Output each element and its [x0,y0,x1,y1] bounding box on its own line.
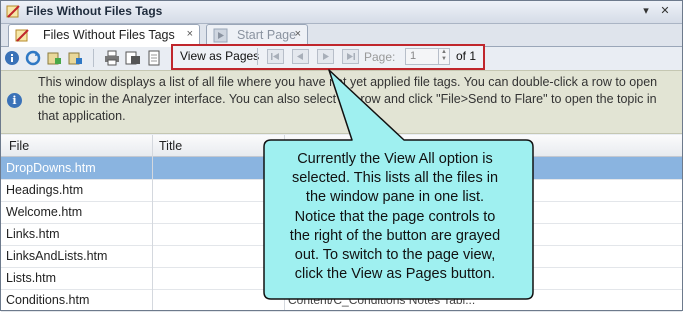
document-icon[interactable] [146,50,162,66]
start-page-icon [213,28,228,43]
refresh-icon[interactable] [25,50,41,66]
column-header-title[interactable]: Title [159,139,182,153]
tag-icon [6,5,20,18]
callout-line: the right of the button are grayed [289,227,501,244]
file-cell: Welcome.htm [6,205,83,219]
file-cell: Lists.htm [6,271,57,285]
column-divider[interactable] [152,135,153,310]
toolbar-divider [93,49,94,67]
column-header-file[interactable]: File [9,139,29,153]
callout-line: selected. This lists all the files in [291,170,499,187]
page-controls: View as Pages Page: 1 ▲ ▼ of 1 [171,44,485,70]
tag-edit-icon[interactable] [67,50,83,66]
page-label: Page: [364,50,396,64]
spin-buttons[interactable]: ▲ ▼ [438,49,449,64]
next-page-icon [323,53,329,60]
close-tab-icon[interactable]: × [187,28,193,40]
first-page-icon [271,53,279,60]
callout-line: Currently the View All option is [297,151,493,167]
dropdown-arrow-icon[interactable]: ▾ [638,3,654,19]
path-cell: Content/C_Conditions Notes Tabl... [288,293,476,307]
close-window-button[interactable]: ✕ [657,3,673,19]
tab-label: Start Page [237,28,297,42]
tag-icon [15,29,29,42]
table-row[interactable]: Conditions.htm Content/C_Conditions Notes… [1,289,682,312]
callout-line: Notice that the page controls to [294,208,496,225]
tag-add-icon[interactable] [46,50,62,66]
view-as-pages-button[interactable]: View as Pages [177,48,262,64]
last-page-button[interactable] [342,49,359,64]
chevron-up-icon[interactable]: ▲ [441,49,447,55]
export-icon[interactable] [125,50,141,66]
page-number-stepper[interactable]: 1 ▲ ▼ [405,48,450,65]
chevron-down-icon[interactable]: ▼ [441,56,447,62]
previous-page-icon [297,53,303,60]
print-icon[interactable] [104,50,120,66]
next-page-button[interactable] [317,49,334,64]
first-page-button[interactable] [267,49,284,64]
pagebar-divider [257,48,258,65]
callout-text: Currently the View All option is selecte… [274,150,516,284]
tab-start-page[interactable]: Start Page × [206,24,308,46]
file-cell: Headings.htm [6,183,84,197]
last-page-icon [347,53,355,60]
file-cell: Links.htm [6,227,60,241]
callout-line: the window pane in one list. [305,189,485,206]
title-bar: Files Without Files Tags ▾ ✕ [1,1,682,24]
callout-line: click the View as Pages button. [294,266,496,283]
close-tab-icon[interactable]: × [295,28,301,40]
page-count: of 1 [456,49,477,63]
info-icon[interactable] [4,50,20,66]
info-panel: i This window displays a list of all fil… [1,70,682,134]
page-number-value: 1 [410,50,417,62]
previous-page-button[interactable] [292,49,309,64]
info-text: This window displays a list of all file … [38,75,658,123]
window-title: Files Without Files Tags [26,4,163,18]
file-cell: DropDowns.htm [6,161,96,175]
file-cell: Conditions.htm [6,293,90,307]
tab-label: Files Without Files Tags [43,28,175,42]
info-icon: i [7,93,22,108]
file-cell: LinksAndLists.htm [6,249,108,263]
callout-line: out. To switch to the page view, [294,247,496,264]
